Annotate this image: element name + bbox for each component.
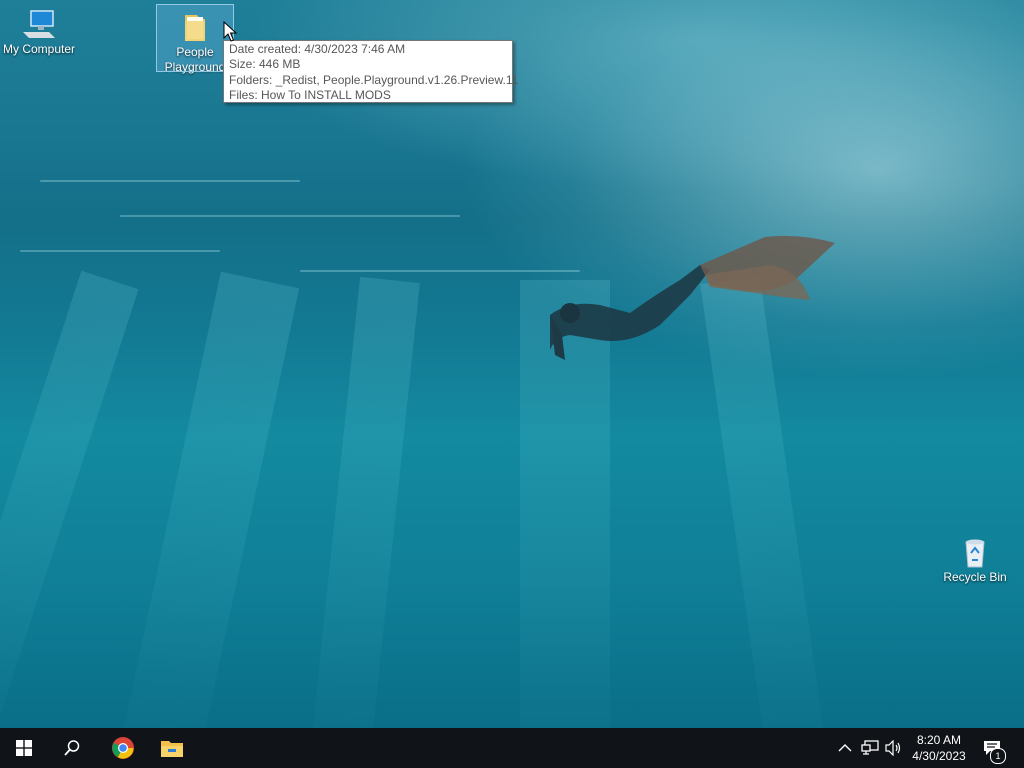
folder-info-tooltip: Date created: 4/30/2023 7:46 AM Size: 44…: [223, 40, 519, 103]
my-computer-icon[interactable]: My Computer: [1, 2, 77, 57]
file-explorer-taskbar-button[interactable]: [148, 728, 196, 768]
tooltip-date-created: Date created: 4/30/2023 7:46 AM: [229, 42, 406, 56]
my-computer-label: My Computer: [2, 42, 76, 56]
recycle-bin-icon[interactable]: Recycle Bin: [937, 530, 1013, 585]
start-button[interactable]: [0, 728, 48, 768]
clock-date: 4/30/2023: [912, 749, 966, 763]
network-icon: [861, 740, 879, 755]
taskbar-clock[interactable]: 8:20 AM 4/30/2023: [906, 732, 972, 764]
windows-logo-icon: [16, 740, 32, 756]
chrome-taskbar-button[interactable]: [99, 728, 147, 768]
trash-bin-icon: [965, 539, 985, 568]
desktop-background[interactable]: My Computer People Playground Recycle Bi…: [0, 0, 1024, 728]
tooltip-folders: Folders: _Redist, People.Playground.v1.2…: [229, 72, 519, 87]
diver-image: [550, 235, 835, 360]
volume-button[interactable]: [885, 739, 903, 757]
volume-icon: [885, 740, 901, 756]
tooltip-files: Files: How To INSTALL MODS: [229, 87, 391, 102]
light-ray: [305, 276, 420, 728]
notification-count-badge: 1: [990, 748, 1006, 764]
chevron-up-icon: [838, 744, 852, 752]
people-playground-folder[interactable]: People Playground: [156, 4, 234, 74]
tooltip-size: Size: 446 MB: [229, 57, 301, 72]
search-button[interactable]: [48, 728, 96, 768]
computer-icon: [23, 10, 55, 38]
surface-ripple: [40, 180, 300, 182]
light-ray: [0, 270, 139, 728]
surface-ripple: [20, 250, 220, 252]
clock-time: 8:20 AM: [916, 733, 962, 747]
surface-ripple: [300, 270, 580, 272]
taskbar: 8:20 AM 4/30/2023 1: [0, 728, 1024, 768]
folder-icon: [185, 15, 205, 41]
people-playground-label: People Playground: [164, 45, 226, 74]
recycle-bin-label: Recycle Bin: [943, 570, 1007, 584]
mouse-cursor-icon: [223, 21, 237, 42]
surface-ripple: [120, 215, 460, 217]
network-button[interactable]: [861, 739, 879, 757]
search-icon: [64, 740, 80, 756]
show-hidden-icons-button[interactable]: [838, 739, 852, 757]
file-explorer-icon: [161, 741, 183, 757]
light-ray: [112, 271, 300, 728]
chrome-icon: [112, 737, 134, 759]
